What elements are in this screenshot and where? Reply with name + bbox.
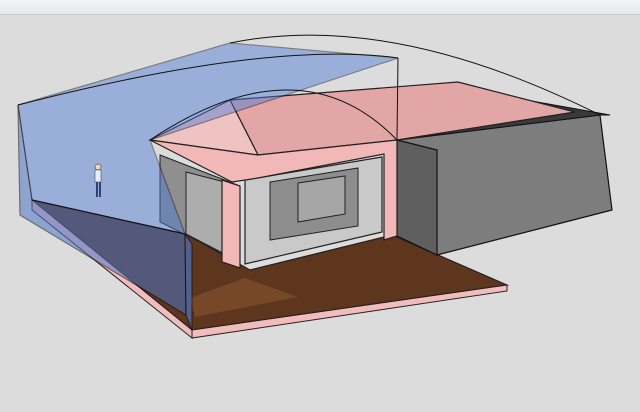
inner-opening xyxy=(297,175,346,223)
glass-corner xyxy=(184,232,193,331)
pink-column xyxy=(221,179,241,269)
3d-house-model xyxy=(17,34,613,340)
garage-block-front xyxy=(396,139,438,256)
3d-viewport[interactable] xyxy=(0,0,640,412)
